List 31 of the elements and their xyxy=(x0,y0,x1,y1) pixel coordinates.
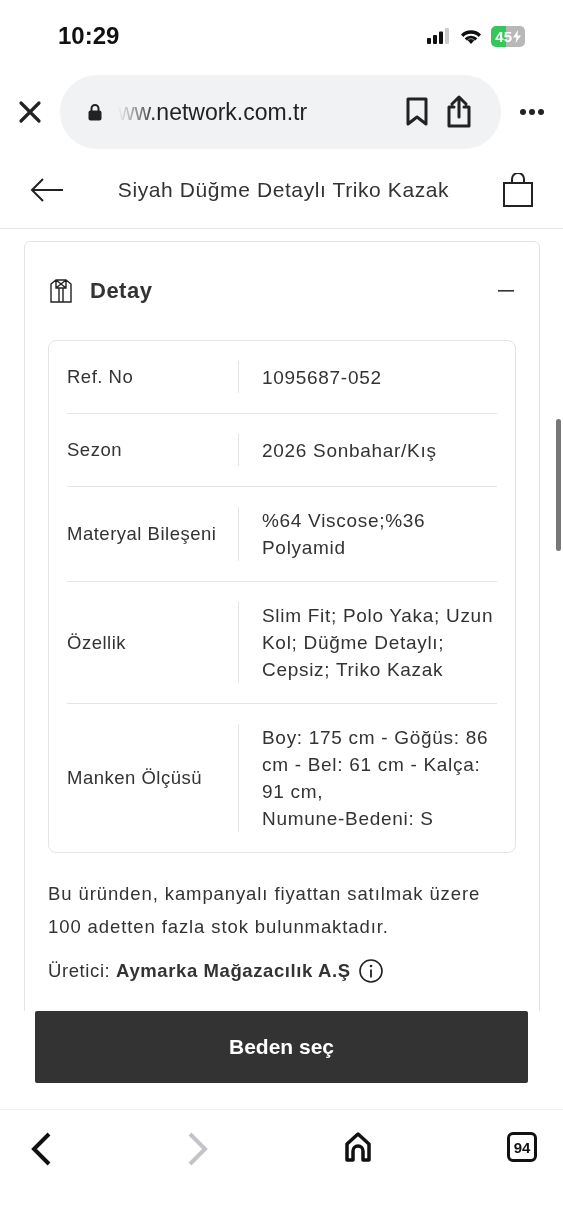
page-title: Siyah Düğme Detaylı Triko Kazak xyxy=(117,178,450,202)
shopping-bag-icon[interactable] xyxy=(503,173,533,207)
share-icon[interactable] xyxy=(445,95,473,129)
row-value: Boy: 175 cm - Göğüs: 86 cm - Bel: 61 cm - Kalça: 91 cm, Numune-Bedeni: S xyxy=(238,724,497,832)
row-label: Manken Ölçüsü xyxy=(67,767,204,789)
bookmark-icon[interactable] xyxy=(405,97,429,127)
row-label: Ref. No xyxy=(67,366,135,388)
back-arrow-icon[interactable] xyxy=(30,178,64,202)
wifi-icon xyxy=(459,27,484,45)
close-icon[interactable] xyxy=(18,100,42,124)
signal-icon xyxy=(427,28,452,44)
row-value: %64 Viscose;%36 Polyamid xyxy=(238,507,497,561)
address-bar[interactable]: ww.network.com.tr xyxy=(60,75,501,149)
shirt-icon xyxy=(50,279,72,303)
tabs-button[interactable]: 94 xyxy=(507,1132,537,1162)
row-value: 1095687-052 xyxy=(238,361,497,393)
url-text: ww.network.com.tr xyxy=(118,98,309,126)
manufacturer-text: Üretici: Aymarka Mağazacılık A.Ş xyxy=(48,960,351,982)
row-value: 2026 Sonbahar/Kış xyxy=(238,434,497,466)
row-label: Özellik xyxy=(67,631,127,654)
more-icon[interactable] xyxy=(519,108,545,116)
status-time: 10:29 xyxy=(58,22,120,50)
row-value: Slim Fit; Polo Yaka; Uzun Kol; Düğme Detaylı; Cepsiz; Triko Kazak xyxy=(238,602,497,683)
home-icon[interactable] xyxy=(344,1132,372,1162)
stock-note: Bu üründen, kampanyalı fiyattan satılmak üzere 100 adetten fazla stok bulunmaktadır. xyxy=(48,882,482,939)
back-icon[interactable] xyxy=(30,1132,52,1166)
info-icon[interactable] xyxy=(358,959,383,983)
section-header[interactable]: Detay xyxy=(48,242,516,340)
row-label: Sezon xyxy=(67,439,123,461)
row-label: Materyal Bileşeni xyxy=(67,523,218,545)
select-size-button[interactable]: Beden seç xyxy=(35,1011,528,1083)
